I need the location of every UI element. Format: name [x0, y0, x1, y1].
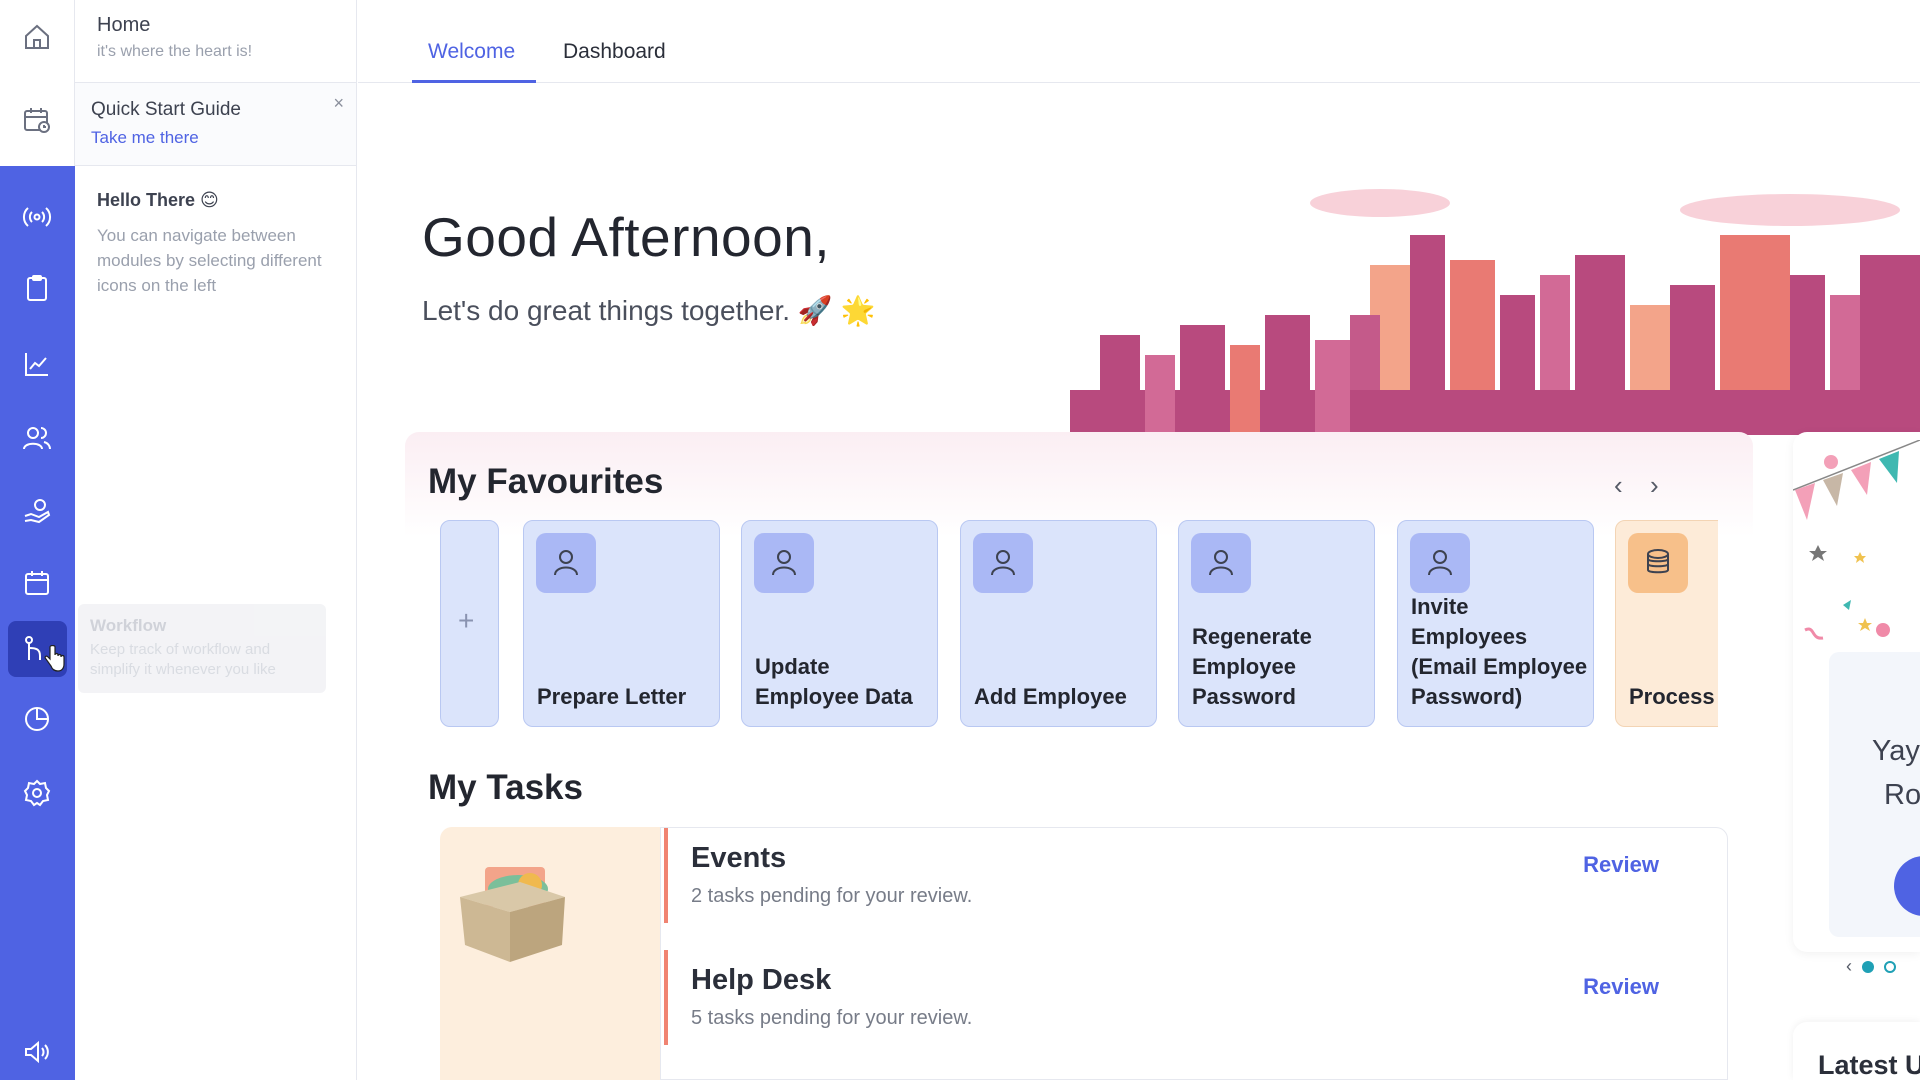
favourites-next-button[interactable]: ›	[1650, 470, 1659, 501]
add-favourite-card[interactable]: +	[440, 520, 499, 727]
tasks-list: Events 2 tasks pending for your review. …	[660, 827, 1728, 1080]
active-tab-indicator	[412, 80, 536, 83]
favourite-card[interactable]: Invite Employees (Email Employee Passwor…	[1397, 520, 1594, 727]
mouse-pointer-icon	[44, 645, 65, 672]
carousel-pagination: ‹	[1846, 956, 1896, 977]
speaker-icon[interactable]	[22, 1037, 52, 1067]
home-icon[interactable]	[22, 22, 52, 52]
tasks-title: My Tasks	[428, 768, 583, 807]
people-icon[interactable]	[22, 423, 52, 453]
calendar-icon[interactable]	[22, 568, 52, 598]
user-icon	[1191, 533, 1251, 593]
home-header[interactable]: Home it's where the heart is!	[97, 14, 252, 61]
clipboard-icon[interactable]	[22, 273, 52, 303]
tab-dashboard[interactable]: Dashboard	[563, 40, 666, 64]
tooltip-title: Workflow	[90, 616, 167, 635]
home-title: Home	[97, 14, 151, 36]
favourite-card-label: Add Employee	[974, 684, 1127, 709]
greeting-heading: Good Afternoon,	[422, 206, 831, 268]
hello-message: Hello There 😊 You can navigate between m…	[97, 190, 337, 298]
review-button[interactable]: Review	[1583, 974, 1659, 1000]
settings-icon[interactable]	[22, 778, 52, 808]
hand-giving-icon[interactable]	[22, 496, 52, 526]
task-item: Help Desk 5 tasks pending for your revie…	[661, 950, 1729, 1045]
favourite-card[interactable]: Regenerate Employee Password	[1178, 520, 1375, 727]
favourite-card-label: Update Employee Data	[755, 654, 913, 709]
user-icon	[754, 533, 814, 593]
favourites-carousel: + Prepare Letter Update Employee Data Ad…	[440, 520, 1718, 730]
quick-start-guide: Quick Start Guide Take me there ×	[75, 82, 356, 166]
analytics-chart-icon[interactable]	[22, 349, 52, 379]
app-root: Home it's where the heart is! Quick Star…	[0, 0, 1920, 1080]
pie-chart-icon[interactable]	[22, 704, 52, 734]
favourites-prev-button[interactable]: ‹	[1614, 470, 1623, 501]
celebration-heading-line2: Ro	[1884, 779, 1920, 811]
favourite-card[interactable]: Process F	[1615, 520, 1718, 727]
hello-text: You can navigate between modules by sele…	[97, 226, 322, 295]
task-name: Events	[691, 842, 787, 874]
task-accent-bar	[664, 950, 668, 1045]
close-icon[interactable]: ×	[333, 93, 344, 114]
tab-welcome[interactable]: Welcome	[428, 40, 515, 64]
tooltip-text: Keep track of workflow and simplify it w…	[90, 641, 276, 678]
plus-icon: +	[458, 605, 475, 636]
quick-start-title: Quick Start Guide	[91, 99, 241, 120]
carousel-prev-button[interactable]: ‹	[1846, 956, 1852, 976]
favourites-title: My Favourites	[428, 462, 664, 501]
tasks-illustration	[440, 827, 660, 1080]
home-subtitle: it's where the heart is!	[97, 43, 253, 60]
favourite-card[interactable]: Update Employee Data	[741, 520, 938, 727]
user-icon	[536, 533, 596, 593]
favourite-card-label: Process F	[1629, 684, 1718, 709]
favourite-card[interactable]: Add Employee	[960, 520, 1157, 727]
latest-updates-title: Latest U	[1818, 1050, 1920, 1080]
carousel-dot-active[interactable]	[1862, 961, 1874, 974]
broadcast-icon[interactable]	[22, 202, 52, 232]
navigation-panel: Home it's where the heart is! Quick Star…	[75, 0, 357, 1080]
celebration-heading-line1: Yay	[1872, 735, 1920, 767]
page-tabs: Welcome Dashboard	[358, 0, 1920, 83]
task-description: 5 tasks pending for your review.	[691, 1007, 973, 1029]
user-icon	[973, 533, 1033, 593]
hello-title: Hello There 😊	[97, 190, 219, 210]
favourite-card-label: Regenerate Employee Password	[1192, 624, 1312, 709]
city-skyline-illustration	[1070, 189, 1920, 435]
favourite-card-label: Prepare Letter	[537, 684, 687, 709]
favourite-card[interactable]: Prepare Letter	[523, 520, 720, 727]
task-name: Help Desk	[691, 964, 832, 996]
task-item: Events 2 tasks pending for your review. …	[661, 828, 1729, 923]
carousel-dot[interactable]	[1884, 961, 1896, 974]
bunting-illustration	[1793, 440, 1920, 640]
calendar-clock-icon[interactable]	[22, 105, 52, 135]
rail-top	[0, 0, 75, 166]
box-illustration	[460, 867, 565, 962]
workflow-tooltip: Workflow Keep track of workflow and simp…	[78, 604, 326, 693]
greeting-tagline: Let's do great things together. 🚀 🌟	[422, 295, 876, 326]
user-icon	[1410, 533, 1470, 593]
favourite-card-label: Invite Employees (Email Employee Passwor…	[1411, 594, 1588, 709]
quick-start-link[interactable]: Take me there	[91, 128, 199, 148]
task-description: 2 tasks pending for your review.	[691, 885, 973, 907]
task-accent-bar	[664, 828, 668, 923]
module-rail	[0, 166, 75, 1080]
database-icon	[1628, 533, 1688, 593]
review-button[interactable]: Review	[1583, 852, 1659, 878]
